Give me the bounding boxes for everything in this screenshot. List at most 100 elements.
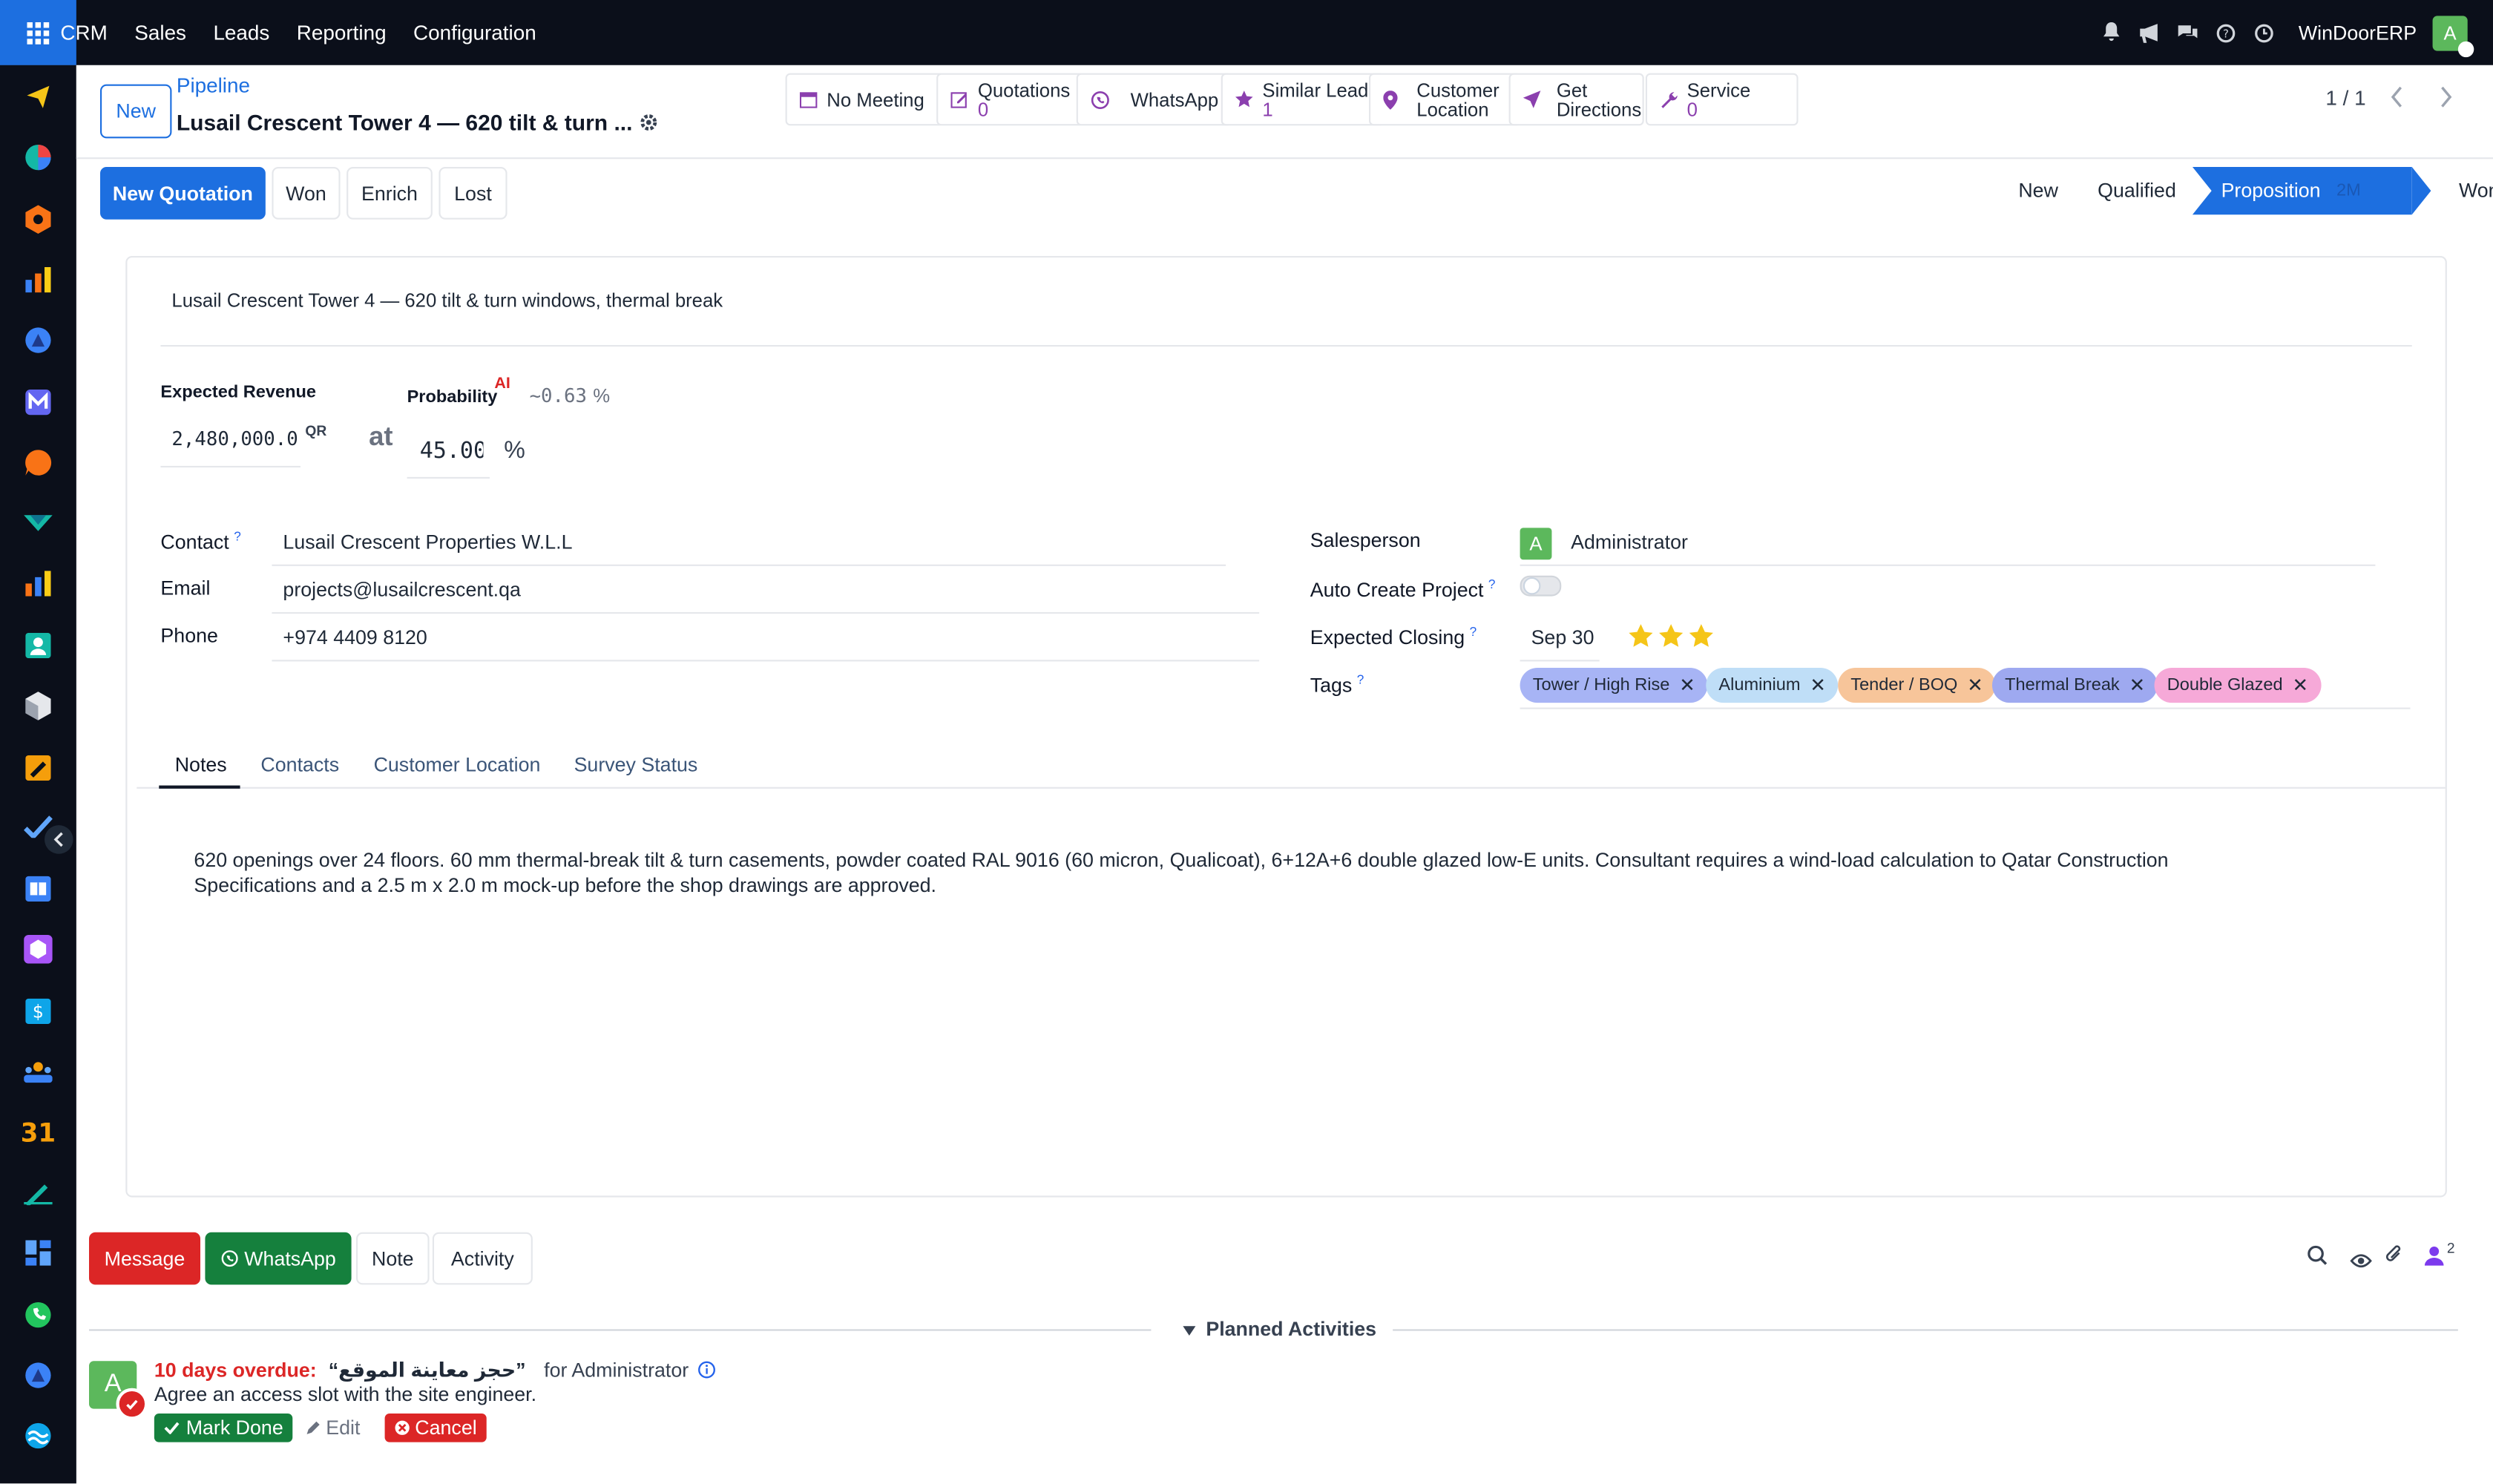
paperclip-icon[interactable] bbox=[2385, 1245, 2402, 1274]
help-tooltip-icon[interactable]: ? bbox=[1470, 625, 1477, 639]
new-quotation-button[interactable]: New Quotation bbox=[100, 167, 266, 220]
tag-chip[interactable]: Tender / BOQ ✕ bbox=[1838, 668, 1996, 703]
new-record-button[interactable]: New bbox=[100, 84, 172, 139]
cancel-activity-button[interactable]: Cancel bbox=[384, 1414, 487, 1442]
planned-activities-toggle[interactable]: Planned Activities bbox=[1183, 1318, 1376, 1340]
tab-survey-status[interactable]: Survey Status bbox=[574, 754, 698, 776]
auto-create-project-toggle[interactable] bbox=[1520, 575, 1562, 597]
team-app-icon[interactable] bbox=[22, 1056, 54, 1088]
phone-input[interactable]: +974 4409 8120 bbox=[283, 626, 427, 649]
tag-chip[interactable]: Tower / High Rise ✕ bbox=[1520, 668, 1708, 703]
probability-input[interactable]: 45.00 bbox=[420, 439, 484, 464]
star-icon[interactable] bbox=[1658, 623, 1684, 649]
help-icon[interactable]: ? bbox=[2207, 23, 2244, 42]
menu-sales[interactable]: Sales bbox=[134, 21, 186, 45]
help-tooltip-icon[interactable]: ? bbox=[1488, 577, 1496, 591]
whatsapp-smart-button[interactable]: WhatsApp bbox=[1076, 73, 1232, 126]
pager-value[interactable]: 1 / 1 bbox=[2325, 86, 2365, 110]
dollar-app-icon[interactable]: $ bbox=[22, 995, 54, 1027]
tab-contacts[interactable]: Contacts bbox=[260, 754, 339, 776]
dashboard-app-icon[interactable] bbox=[22, 1237, 54, 1269]
menu-reporting[interactable]: Reporting bbox=[297, 21, 387, 45]
lead-name-field[interactable]: Lusail Crescent Tower 4 — 620 tilt & tur… bbox=[171, 289, 723, 312]
search-icon[interactable] bbox=[2307, 1245, 2328, 1274]
tab-notes[interactable]: Notes bbox=[175, 754, 227, 776]
notes-editor[interactable]: 620 openings over 24 floors. 60 mm therm… bbox=[194, 847, 2261, 899]
menu-configuration[interactable]: Configuration bbox=[413, 21, 536, 45]
info-icon[interactable] bbox=[697, 1361, 715, 1379]
service-smart-button[interactable]: Service 0 bbox=[1645, 73, 1799, 126]
priority-stars[interactable] bbox=[1628, 623, 1718, 649]
star-icon[interactable] bbox=[1689, 623, 1714, 649]
sidebar-collapse-button[interactable] bbox=[45, 825, 73, 854]
stage-proposition[interactable]: Proposition 2M bbox=[2193, 167, 2431, 215]
speech-bubble-app-icon[interactable] bbox=[22, 447, 54, 479]
contacts-app-icon[interactable] bbox=[22, 630, 54, 662]
quotations-smart-button[interactable]: Quotations 0 bbox=[936, 73, 1085, 126]
company-name[interactable]: WinDoorERP bbox=[2299, 22, 2417, 44]
clock-icon[interactable] bbox=[2244, 23, 2282, 42]
box-app-icon[interactable] bbox=[22, 933, 54, 965]
stage-new[interactable]: New bbox=[1995, 167, 2081, 215]
tag-chip[interactable]: Thermal Break ✕ bbox=[1992, 668, 2158, 703]
mark-done-button[interactable]: Mark Done bbox=[154, 1414, 293, 1442]
pie-app-icon[interactable] bbox=[22, 142, 54, 174]
eye-icon[interactable] bbox=[2350, 1248, 2372, 1277]
knowledge-app-icon[interactable] bbox=[22, 873, 54, 904]
expected-revenue-input[interactable]: 2,480,000.0 bbox=[171, 427, 298, 450]
help-tooltip-icon[interactable]: ? bbox=[1357, 672, 1364, 686]
help-tooltip-icon[interactable]: ? bbox=[234, 530, 241, 544]
followers-icon[interactable] bbox=[2424, 1245, 2444, 1274]
email-input[interactable]: projects@lusailcrescent.qa bbox=[283, 579, 520, 601]
customer-location-smart-button[interactable]: Customer Location bbox=[1369, 73, 1522, 126]
salesperson-input[interactable]: Administrator bbox=[1571, 531, 1688, 554]
compass-app-icon[interactable] bbox=[22, 324, 54, 356]
calendar-app-icon[interactable]: 31 bbox=[22, 1116, 54, 1148]
won-button[interactable]: Won bbox=[272, 167, 341, 220]
wave-app-icon[interactable] bbox=[22, 1420, 54, 1452]
chevron-right-icon[interactable] bbox=[2439, 86, 2453, 113]
pen-app-icon[interactable] bbox=[22, 1177, 54, 1209]
send-message-button[interactable]: Message bbox=[89, 1232, 200, 1285]
report-app-icon[interactable] bbox=[22, 568, 54, 600]
hexagon-app-icon[interactable] bbox=[22, 203, 54, 235]
menu-leads[interactable]: Leads bbox=[213, 21, 269, 45]
megaphone-icon[interactable] bbox=[2130, 23, 2168, 42]
enrich-button[interactable]: Enrich bbox=[346, 167, 433, 220]
contact-input[interactable]: Lusail Crescent Properties W.L.L bbox=[283, 531, 572, 554]
whatsapp-app-icon[interactable] bbox=[22, 1299, 54, 1331]
chatter-whatsapp-button[interactable]: WhatsApp bbox=[205, 1232, 352, 1285]
breadcrumb-pipeline[interactable]: Pipeline bbox=[177, 73, 250, 97]
tag-chip[interactable]: Aluminium ✕ bbox=[1706, 668, 1839, 703]
gear-icon[interactable] bbox=[639, 111, 658, 140]
close-icon[interactable]: ✕ bbox=[1679, 674, 1695, 697]
expected-closing-input[interactable]: Sep 30 bbox=[1531, 626, 1594, 649]
lost-button[interactable]: Lost bbox=[439, 167, 508, 220]
ai-sparkle-icon[interactable]: AI bbox=[494, 375, 510, 393]
star-icon[interactable] bbox=[1628, 623, 1653, 649]
schedule-activity-button[interactable]: Activity bbox=[432, 1232, 533, 1285]
log-note-button[interactable]: Note bbox=[356, 1232, 430, 1285]
similar-lead-smart-button[interactable]: Similar Lead 1 bbox=[1221, 73, 1385, 126]
bar-chart-app-icon[interactable] bbox=[22, 264, 54, 296]
chevron-left-icon[interactable] bbox=[2390, 86, 2404, 113]
mail-app-icon[interactable] bbox=[22, 387, 54, 418]
get-directions-smart-button[interactable]: Get Directions bbox=[1508, 73, 1644, 126]
sign-app-icon[interactable] bbox=[22, 752, 54, 784]
tab-customer-location[interactable]: Customer Location bbox=[374, 754, 541, 776]
stage-qualified[interactable]: Qualified bbox=[2081, 167, 2193, 215]
bell-icon[interactable] bbox=[2092, 22, 2129, 43]
menu-crm[interactable]: CRM bbox=[60, 21, 107, 45]
user-avatar[interactable]: A bbox=[2432, 15, 2474, 57]
close-icon[interactable]: ✕ bbox=[2129, 674, 2146, 697]
discuss-app-icon[interactable] bbox=[22, 1359, 54, 1391]
paper-plane-icon[interactable] bbox=[22, 81, 54, 113]
fold-app-icon[interactable] bbox=[22, 508, 54, 539]
chat-icon[interactable] bbox=[2168, 23, 2206, 42]
edit-activity-button[interactable]: Edit bbox=[296, 1414, 370, 1442]
close-icon[interactable]: ✕ bbox=[1810, 674, 1826, 697]
close-icon[interactable]: ✕ bbox=[2293, 674, 2309, 697]
tag-chip[interactable]: Double Glazed ✕ bbox=[2154, 668, 2322, 703]
cube-app-icon[interactable] bbox=[22, 690, 54, 722]
close-icon[interactable]: ✕ bbox=[1967, 674, 1983, 697]
